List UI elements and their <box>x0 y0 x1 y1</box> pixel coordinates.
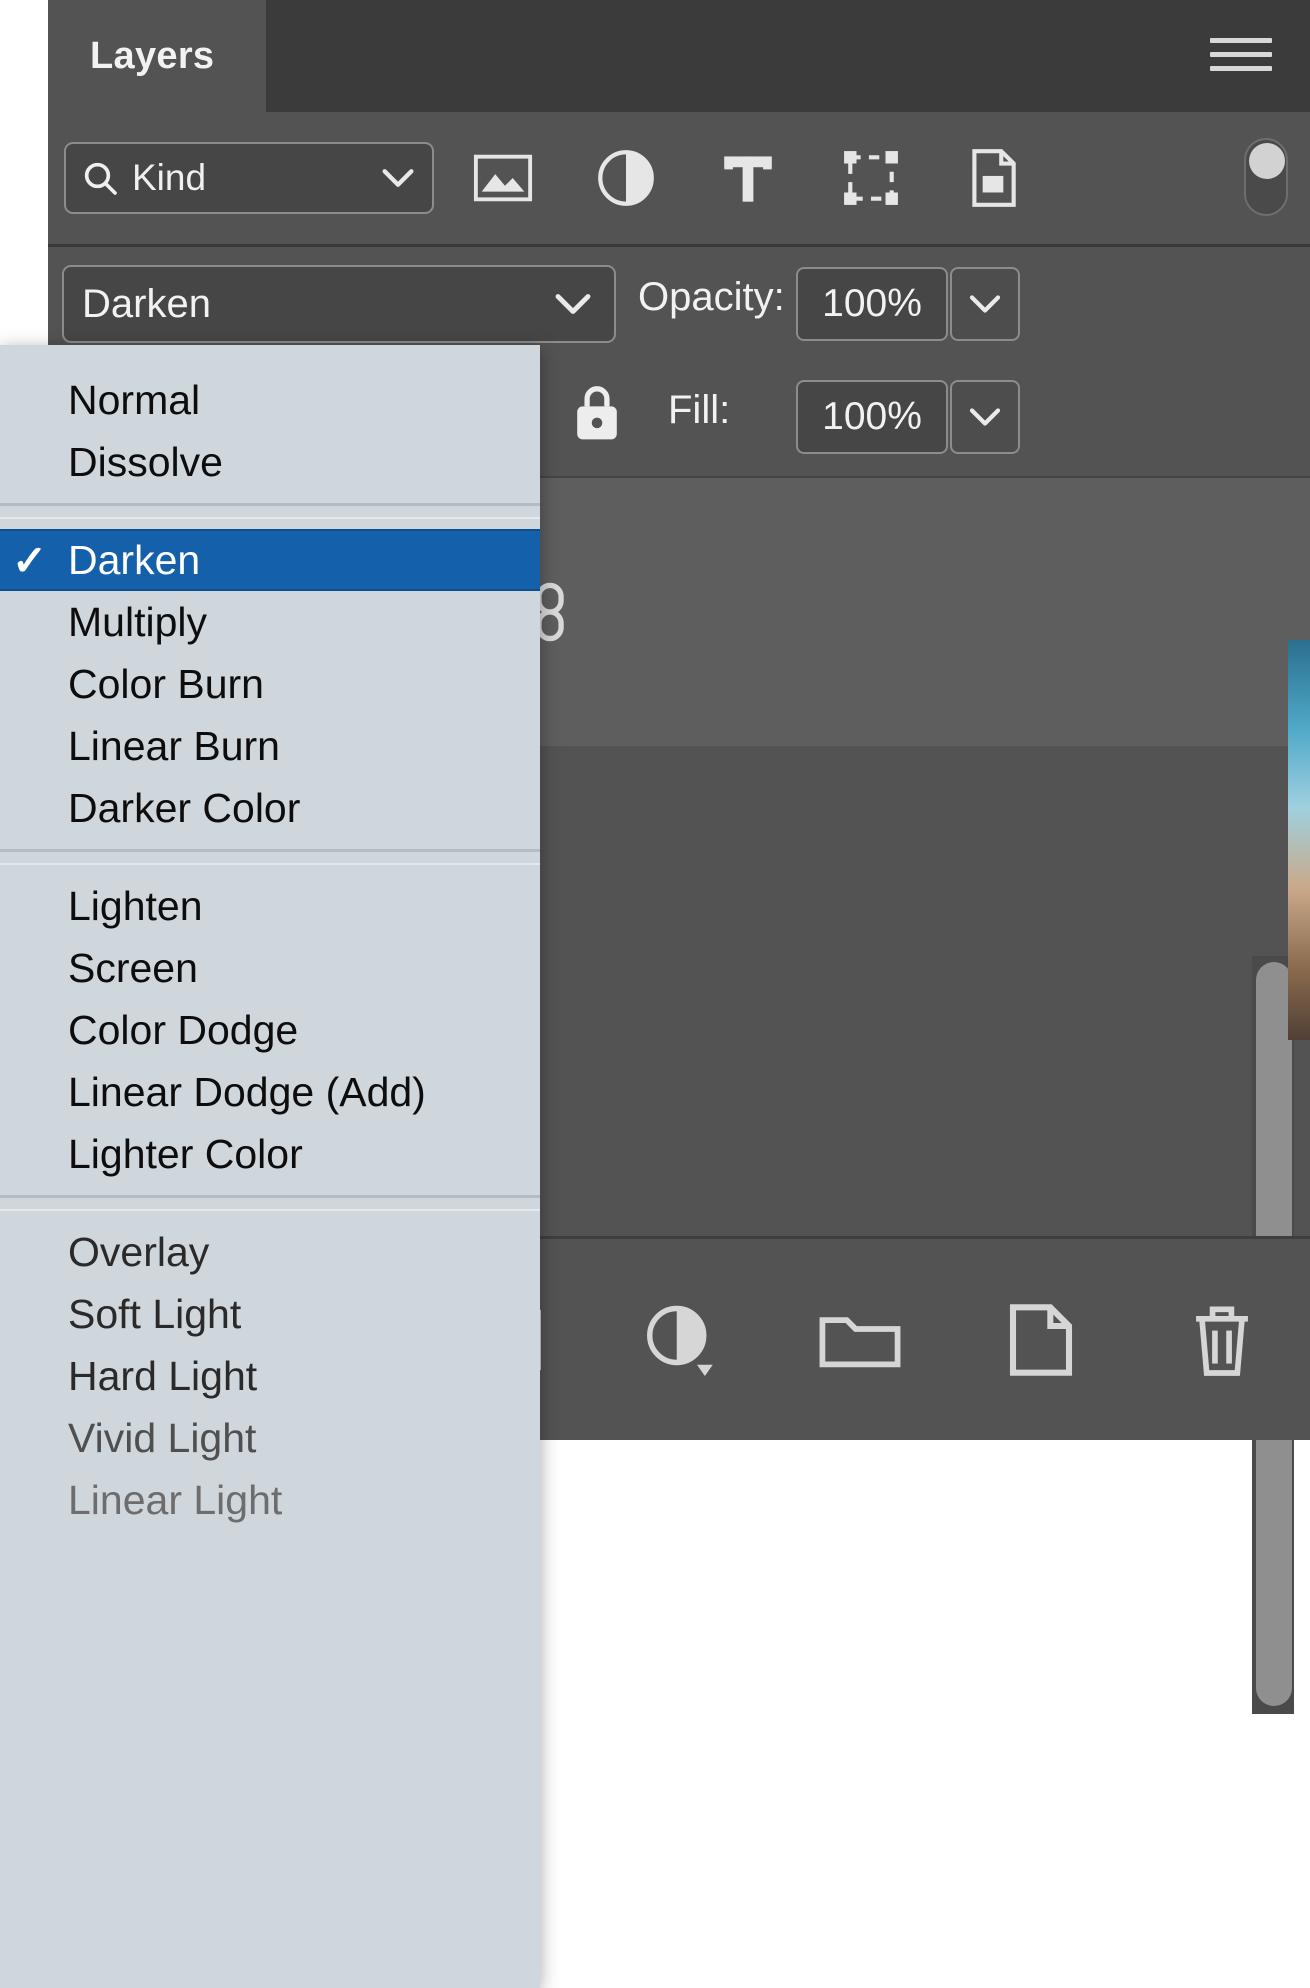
check-icon: ✓ <box>12 536 47 585</box>
menu-item-vivid-light[interactable]: Vivid Light <box>0 1407 540 1469</box>
menu-item-darker-color[interactable]: Darker Color <box>0 777 540 839</box>
blend-mode-row: Darken Opacity: 100% <box>48 244 1310 360</box>
panel-tab-strip: Layers <box>48 0 1310 112</box>
smart-object-filter-icon[interactable] <box>958 143 1028 213</box>
adjustment-layer-filter-icon[interactable] <box>591 143 661 213</box>
menu-item-normal[interactable]: Normal <box>0 369 540 431</box>
menu-item-label: Lighter Color <box>68 1131 303 1178</box>
menu-item-label: Multiply <box>68 599 207 646</box>
menu-item-label: Hard Light <box>68 1353 257 1400</box>
chevron-down-icon <box>965 404 1005 430</box>
document-edge-preview <box>1288 640 1310 1040</box>
new-group-button[interactable] <box>812 1292 908 1388</box>
menu-line <box>1210 52 1272 57</box>
menu-separator <box>0 849 540 865</box>
menu-item-label: Linear Light <box>68 1477 282 1524</box>
menu-item-label: Vivid Light <box>68 1415 256 1462</box>
menu-item-label: Darken <box>68 537 200 584</box>
shape-layer-filter-icon[interactable] <box>836 143 906 213</box>
menu-item-hard-light[interactable]: Hard Light <box>0 1345 540 1407</box>
new-layer-button[interactable] <box>993 1292 1089 1388</box>
menu-separator <box>0 503 540 519</box>
menu-item-lighten[interactable]: Lighten <box>0 875 540 937</box>
chevron-down-icon <box>965 291 1005 317</box>
menu-item-screen[interactable]: Screen <box>0 937 540 999</box>
opacity-stepper[interactable] <box>950 267 1020 341</box>
search-icon <box>80 158 120 198</box>
menu-item-label: Soft Light <box>68 1291 241 1338</box>
filter-type-icons <box>468 140 1028 216</box>
menu-line <box>1210 66 1272 71</box>
opacity-value: 100% <box>822 282 922 326</box>
chevron-down-icon <box>378 164 418 192</box>
blend-mode-value: Darken <box>82 282 211 327</box>
layer-filter-row: Kind <box>48 112 1310 244</box>
blend-mode-select[interactable]: Darken <box>62 265 616 343</box>
filter-enable-toggle[interactable] <box>1244 138 1288 216</box>
menu-item-label: Normal <box>68 377 200 424</box>
menu-item-linear-dodge-add[interactable]: Linear Dodge (Add) <box>0 1061 540 1123</box>
menu-item-label: Screen <box>68 945 198 992</box>
type-layer-filter-icon[interactable] <box>713 143 783 213</box>
filter-kind-select[interactable]: Kind <box>64 142 434 214</box>
menu-item-label: Color Burn <box>68 661 264 708</box>
fill-label: Fill: <box>668 388 730 433</box>
menu-item-lighter-color[interactable]: Lighter Color <box>0 1123 540 1185</box>
menu-item-label: Overlay <box>68 1229 209 1276</box>
lock-icon[interactable] <box>568 380 626 446</box>
menu-item-label: Lighten <box>68 883 203 930</box>
new-fill-adjustment-layer-button[interactable] <box>631 1292 727 1388</box>
hamburger-menu-icon[interactable] <box>1210 28 1272 80</box>
fill-value: 100% <box>822 395 922 439</box>
panel-title: Layers <box>90 35 214 78</box>
pixel-layer-filter-icon[interactable] <box>468 143 538 213</box>
fill-stepper[interactable] <box>950 380 1020 454</box>
menu-item-label: Dissolve <box>68 439 223 486</box>
filter-kind-label: Kind <box>132 157 206 199</box>
menu-item-label: Linear Burn <box>68 723 280 770</box>
menu-line <box>1210 38 1272 43</box>
tab-layers[interactable]: Layers <box>48 0 266 112</box>
opacity-input[interactable]: 100% <box>796 267 948 341</box>
menu-item-color-dodge[interactable]: Color Dodge <box>0 999 540 1061</box>
menu-item-label: Darker Color <box>68 785 300 832</box>
menu-top-padding <box>0 345 540 369</box>
delete-layer-button[interactable] <box>1174 1292 1270 1388</box>
menu-item-dissolve[interactable]: Dissolve <box>0 431 540 493</box>
menu-item-linear-light[interactable]: Linear Light <box>0 1469 540 1531</box>
menu-item-color-burn[interactable]: Color Burn <box>0 653 540 715</box>
opacity-label: Opacity: <box>638 275 785 320</box>
menu-item-label: Linear Dodge (Add) <box>68 1069 426 1116</box>
menu-item-darken[interactable]: ✓ Darken <box>0 529 540 591</box>
chevron-down-icon <box>550 289 596 319</box>
menu-item-soft-light[interactable]: Soft Light <box>0 1283 540 1345</box>
menu-item-multiply[interactable]: Multiply <box>0 591 540 653</box>
fill-input[interactable]: 100% <box>796 380 948 454</box>
menu-item-overlay[interactable]: Overlay <box>0 1221 540 1283</box>
menu-item-linear-burn[interactable]: Linear Burn <box>0 715 540 777</box>
menu-item-label: Color Dodge <box>68 1007 298 1054</box>
blend-mode-dropdown-menu[interactable]: Normal Dissolve ✓ Darken Multiply Color … <box>0 345 540 1988</box>
menu-separator <box>0 1195 540 1211</box>
screenshot-root: Layers Kind <box>0 0 1310 1988</box>
